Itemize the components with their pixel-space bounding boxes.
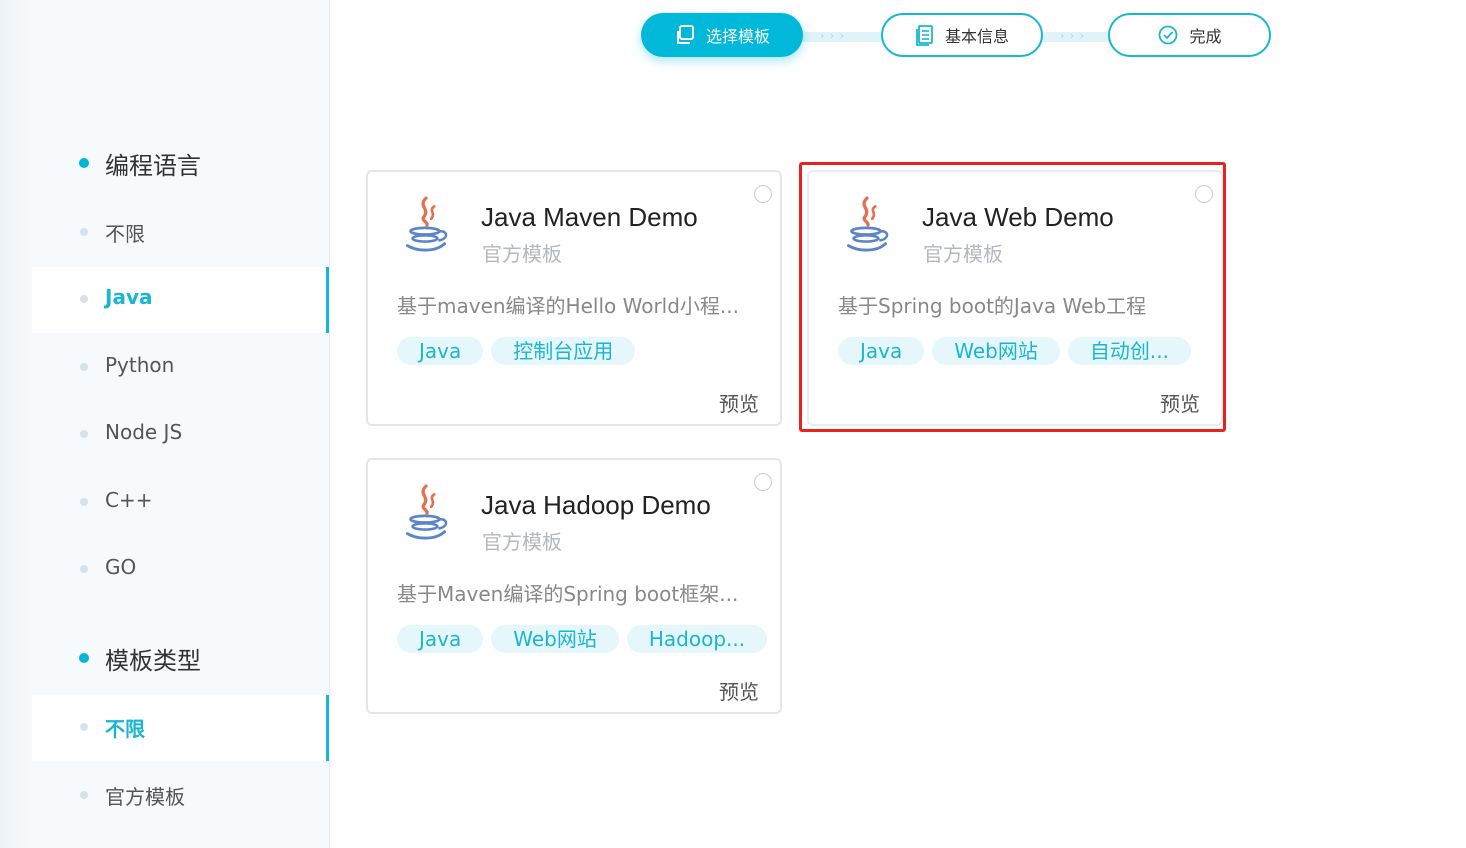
- item-bullet: [80, 723, 88, 731]
- step-label: 选择模板: [705, 27, 770, 46]
- java-logo-icon: [405, 196, 448, 252]
- item-bullet: [80, 228, 88, 236]
- sidebar-item-nodejs[interactable]: Node JS: [32, 402, 329, 468]
- filter-sidebar: 编程语言 不限 Java Python Node JS C++ GO 模板类型 …: [32, 0, 330, 848]
- item-bullet: [80, 430, 88, 438]
- sidebar-item-label: C++: [105, 488, 153, 512]
- card-description: 基于Maven编译的Spring boot框架...: [397, 582, 739, 606]
- sidebar-item-label: Java: [105, 285, 153, 309]
- template-copy-icon: [676, 25, 694, 44]
- group-title-text: 编程语言: [105, 151, 201, 180]
- sidebar-item-cpp[interactable]: C++: [32, 470, 329, 536]
- template-card-java-hadoop[interactable]: Java Hadoop Demo 官方模板 基于Maven编译的Spring b…: [366, 458, 782, 714]
- sidebar-edge: [0, 0, 32, 848]
- java-logo-icon: [405, 484, 448, 540]
- card-subtitle: 官方模板: [482, 530, 562, 554]
- step-separator: › › ›: [820, 29, 846, 42]
- card-tag: Java: [397, 337, 484, 365]
- sidebar-item-java[interactable]: Java: [32, 267, 329, 333]
- card-subtitle: 官方模板: [482, 242, 562, 266]
- item-bullet: [80, 791, 88, 799]
- sidebar-item-any-language[interactable]: 不限: [32, 200, 329, 266]
- card-tags: Java 控制台应用: [397, 337, 767, 367]
- sidebar-item-go[interactable]: GO: [32, 537, 329, 603]
- item-bullet: [80, 295, 88, 303]
- card-tags: Java Web网站 Hadoop...: [397, 625, 767, 655]
- sidebar-item-official[interactable]: 官方模板: [32, 763, 329, 829]
- step-basic-info[interactable]: 基本信息: [881, 13, 1043, 57]
- card-title: Java Hadoop Demo: [481, 490, 711, 520]
- card-tag: Web网站: [491, 625, 619, 653]
- sidebar-item-label: Python: [105, 353, 175, 377]
- item-bullet: [80, 565, 88, 573]
- sidebar-item-python[interactable]: Python: [32, 335, 329, 401]
- step-label: 基本信息: [944, 27, 1009, 46]
- sidebar-item-label: Node JS: [105, 420, 183, 444]
- sidebar-item-label: 不限: [105, 717, 145, 741]
- step-select-template[interactable]: 选择模板: [641, 13, 803, 57]
- preview-link[interactable]: 预览: [719, 676, 759, 705]
- card-tag: 控制台应用: [491, 337, 636, 365]
- check-circle-icon: [1159, 25, 1178, 45]
- template-card-java-maven[interactable]: Java Maven Demo 官方模板 基于maven编译的Hello Wor…: [366, 170, 782, 426]
- item-bullet: [80, 498, 88, 506]
- sidebar-item-any-type[interactable]: 不限: [32, 695, 329, 761]
- step-separator: › › ›: [1060, 29, 1086, 42]
- group-title-text: 模板类型: [105, 646, 201, 675]
- group-bullet: [79, 158, 89, 168]
- step-finish[interactable]: 完成: [1108, 13, 1271, 57]
- card-select-radio[interactable]: [754, 185, 772, 203]
- card-select-radio[interactable]: [754, 473, 772, 491]
- sidebar-item-label: 官方模板: [105, 785, 185, 809]
- document-list-icon: [916, 25, 933, 46]
- sidebar-item-label: GO: [105, 555, 137, 579]
- card-description: 基于maven编译的Hello World小程...: [397, 294, 739, 318]
- card-tag: Java: [397, 625, 484, 653]
- highlight-frame: [799, 162, 1226, 432]
- step-label: 完成: [1189, 27, 1222, 46]
- card-tag: Hadoop...: [626, 625, 767, 653]
- sidebar-item-label: 不限: [105, 222, 145, 246]
- group-bullet: [79, 653, 89, 663]
- card-title: Java Maven Demo: [481, 202, 698, 232]
- item-bullet: [80, 363, 88, 371]
- preview-link[interactable]: 预览: [719, 388, 759, 417]
